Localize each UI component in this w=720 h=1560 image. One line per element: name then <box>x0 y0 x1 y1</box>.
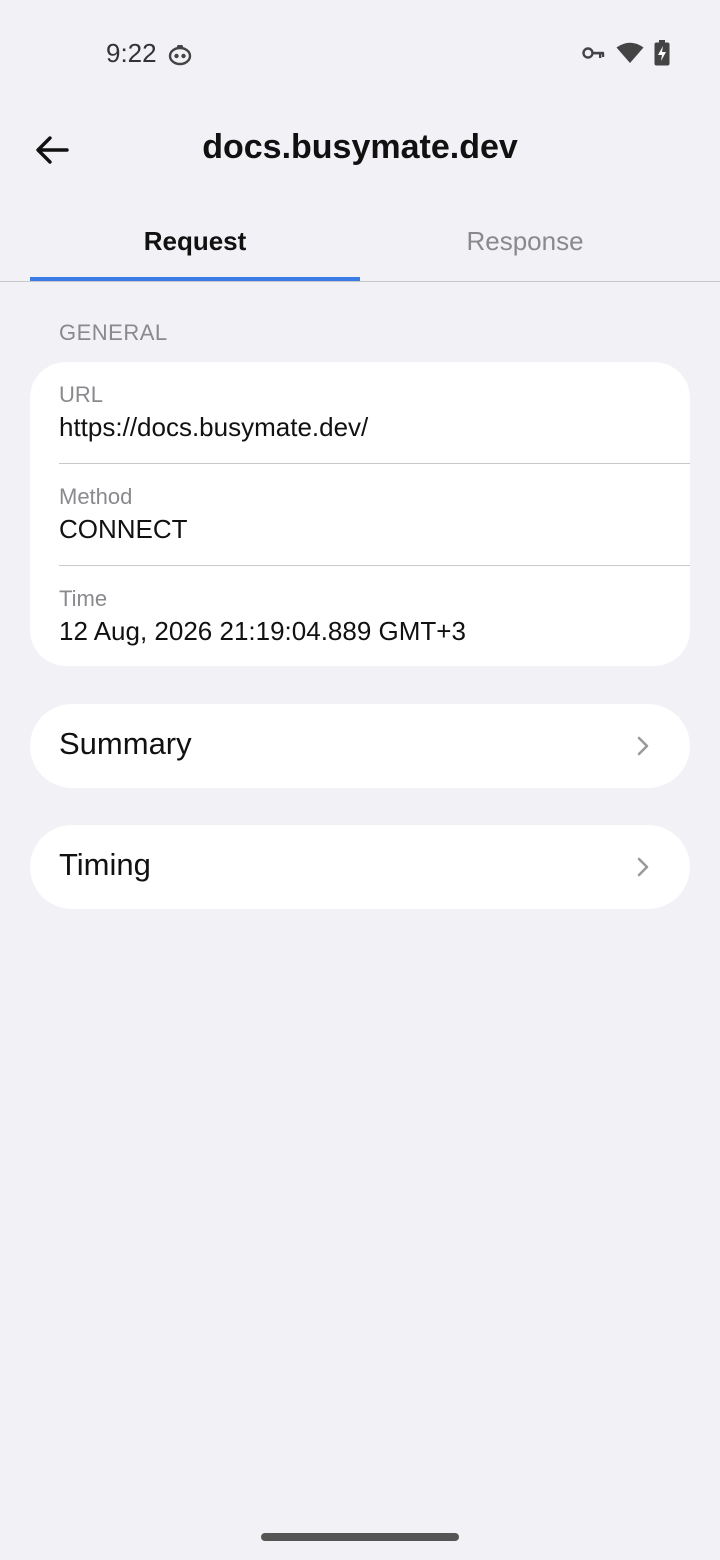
vpn-key-icon <box>582 45 606 66</box>
field-label: URL <box>59 382 104 407</box>
page-title: docs.busymate.dev <box>202 128 518 166</box>
timing-label: Timing <box>59 847 151 882</box>
tab-request[interactable]: Request <box>30 200 360 282</box>
tabs-divider <box>0 281 720 282</box>
summary-label: Summary <box>59 726 192 761</box>
status-bar: 9:22 <box>0 0 720 110</box>
field-value-method: CONNECT <box>59 514 188 544</box>
tab-response[interactable]: Response <box>360 200 690 282</box>
status-time: 9:22 <box>106 38 157 68</box>
status-icons <box>582 40 670 71</box>
section-header-general: GENERAL <box>59 320 168 345</box>
field-row-method[interactable]: Method CONNECT <box>59 464 690 565</box>
field-value-time: 12 Aug, 2026 21:19:04.889 GMT+3 <box>59 616 466 646</box>
chevron-right-icon <box>637 857 649 877</box>
field-label: Time <box>59 586 108 611</box>
home-indicator[interactable] <box>261 1533 459 1541</box>
field-value-url: https://docs.busymate.dev/ <box>59 412 369 442</box>
wifi-icon <box>616 42 644 69</box>
tab-bar: Request Response <box>30 200 690 282</box>
chevron-right-icon <box>637 736 649 756</box>
field-label: Method <box>59 484 133 509</box>
summary-row[interactable]: Summary <box>30 704 690 788</box>
app-bar: docs.busymate.dev <box>0 110 720 190</box>
field-row-url[interactable]: URL https://docs.busymate.dev/ <box>59 362 690 463</box>
timing-row[interactable]: Timing <box>30 825 690 909</box>
field-row-time[interactable]: Time 12 Aug, 2026 21:19:04.889 GMT+3 <box>59 566 690 666</box>
general-card: URL https://docs.busymate.dev/ Method CO… <box>30 362 690 666</box>
battery-charging-icon <box>654 40 670 71</box>
app-notification-icon <box>168 44 192 66</box>
